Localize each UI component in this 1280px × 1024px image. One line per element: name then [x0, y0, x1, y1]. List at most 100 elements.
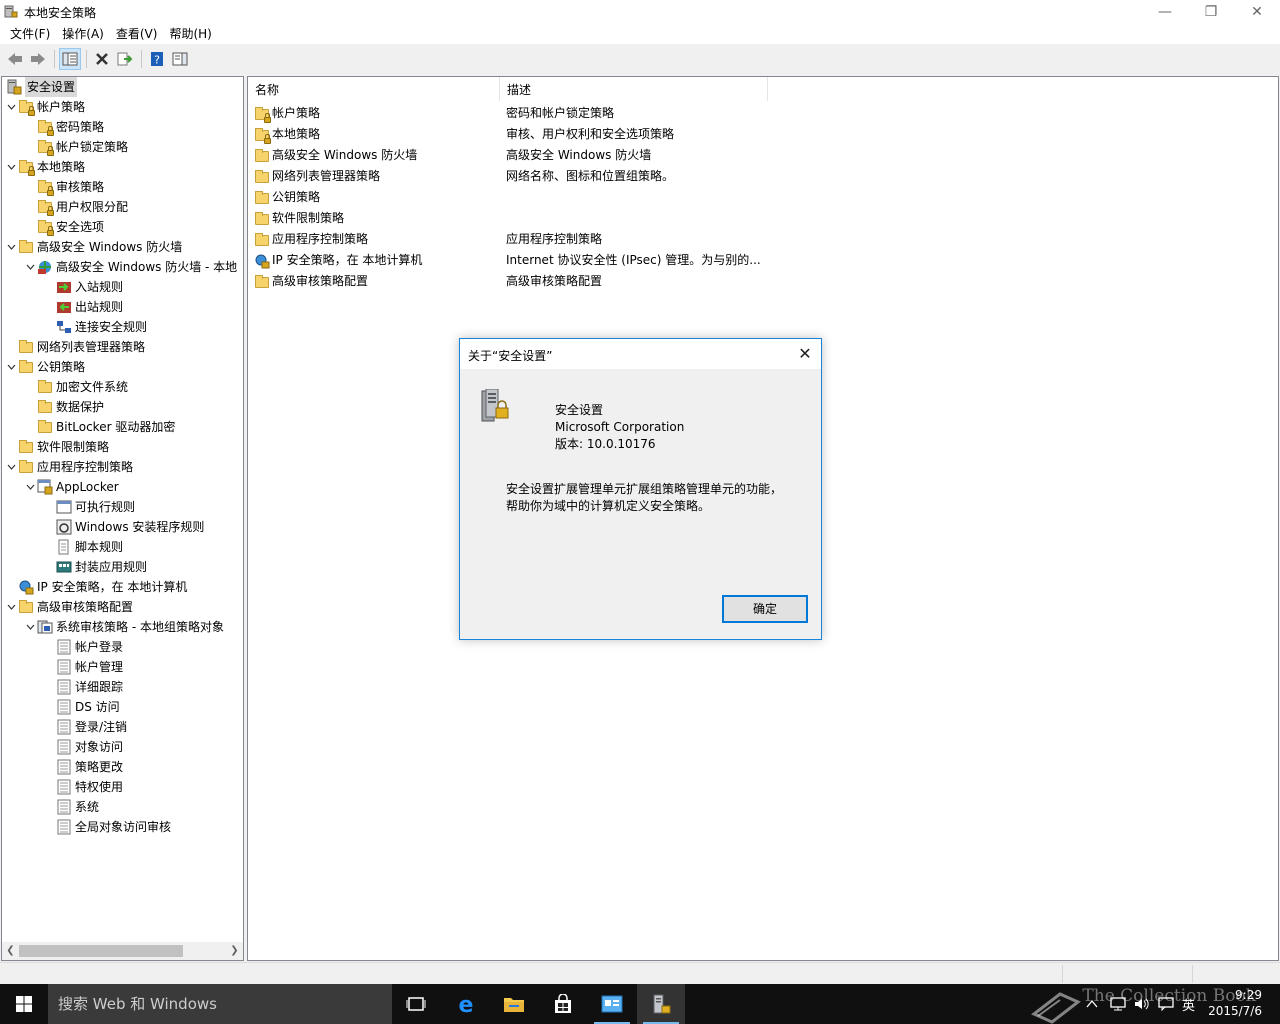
dialog-close-button[interactable]: ✕	[789, 339, 821, 369]
list-item[interactable]: 网络列表管理器策略 网络名称、图标和位置组策略。	[254, 166, 674, 187]
expand-chevron-icon[interactable]	[23, 257, 37, 277]
tree-item[interactable]: 对象访问	[42, 737, 123, 757]
tree-item[interactable]: 网络列表管理器策略	[4, 337, 145, 357]
list-item[interactable]: 帐户策略 密码和帐户锁定策略	[254, 103, 614, 124]
menu-file[interactable]: 文件(F)	[4, 24, 56, 44]
menu-help[interactable]: 帮助(H)	[163, 24, 217, 44]
control-panel-taskbar-button[interactable]	[588, 984, 636, 1024]
tree-item[interactable]: 数据保护	[23, 397, 104, 417]
list-item[interactable]: 高级审核策略配置 高级审核策略配置	[254, 271, 602, 292]
scroll-left-icon[interactable]: ❮	[2, 942, 19, 960]
tree-item[interactable]: 帐户策略	[4, 97, 85, 117]
tree-item[interactable]: 帐户管理	[42, 657, 123, 677]
expand-chevron-icon[interactable]	[4, 357, 18, 377]
expand-chevron-icon[interactable]	[23, 477, 37, 497]
volume-tray-button[interactable]	[1134, 984, 1150, 1024]
expand-chevron-icon[interactable]	[4, 97, 18, 117]
tree-item[interactable]: 帐户登录	[42, 637, 123, 657]
tree-item[interactable]: 特权使用	[42, 777, 123, 797]
tree-item[interactable]: 连接安全规则	[42, 317, 147, 337]
list-item[interactable]: 应用程序控制策略 应用程序控制策略	[254, 229, 602, 250]
help-button[interactable]: ?	[146, 48, 168, 70]
tree-horizontal-scrollbar[interactable]: ❮ ❯	[2, 942, 243, 960]
tree-item[interactable]: 全局对象访问审核	[42, 817, 171, 837]
tree-item[interactable]: Windows 安装程序规则	[42, 517, 204, 537]
tree-item[interactable]: 高级安全 Windows 防火墙	[4, 237, 182, 257]
list-item[interactable]: IP 安全策略，在 本地计算机 Internet 协议安全性 (IPsec) 管理…	[254, 250, 761, 271]
local-security-policy-taskbar-button[interactable]	[637, 984, 685, 1024]
tree-item[interactable]: 策略更改	[42, 757, 123, 777]
tree-item[interactable]: 密码策略	[23, 117, 104, 137]
tree-item[interactable]: IP 安全策略，在 本地计算机	[4, 577, 187, 597]
column-header-name[interactable]: 名称	[248, 77, 500, 101]
forward-button[interactable]	[27, 48, 49, 70]
input-language-indicator[interactable]: 英	[1182, 984, 1195, 1024]
menu-action[interactable]: 操作(A)	[56, 24, 110, 44]
tree-item[interactable]: 安全选项	[23, 217, 104, 237]
scroll-thumb[interactable]	[19, 945, 183, 957]
title-bar[interactable]: 本地安全策略 — ❐ ✕	[0, 0, 1280, 24]
close-button[interactable]: ✕	[1234, 0, 1280, 24]
file-explorer-button[interactable]	[490, 984, 538, 1024]
task-view-button[interactable]	[392, 984, 440, 1024]
tree-item[interactable]: 登录/注销	[42, 717, 127, 737]
tree-item[interactable]: 封装应用规则	[42, 557, 147, 577]
expand-chevron-icon[interactable]	[4, 157, 18, 177]
tree-item[interactable]: 用户权限分配	[23, 197, 128, 217]
tree-item[interactable]: AppLocker	[23, 477, 119, 497]
tree-item[interactable]: 系统审核策略 - 本地组策略对象	[23, 617, 224, 637]
tree-item[interactable]: 加密文件系统	[23, 377, 128, 397]
tree-item[interactable]: 入站规则	[42, 277, 123, 297]
tree-item[interactable]: 出站规则	[42, 297, 123, 317]
tree-item[interactable]: 应用程序控制策略	[4, 457, 133, 477]
tree-item[interactable]: 本地策略	[4, 157, 85, 177]
list-item[interactable]: 高级安全 Windows 防火墙 高级安全 Windows 防火墙	[254, 145, 651, 166]
maximize-button[interactable]: ❐	[1188, 0, 1234, 24]
expand-chevron-icon[interactable]	[4, 237, 18, 257]
tree-item[interactable]: 高级安全 Windows 防火墙 - 本地	[23, 257, 237, 277]
tree-item[interactable]: 公钥策略	[4, 357, 85, 377]
expand-chevron-icon[interactable]	[4, 597, 18, 617]
show-hidden-icons-button[interactable]	[1086, 984, 1098, 1024]
delete-button[interactable]	[91, 48, 113, 70]
tree-item[interactable]: 高级审核策略配置	[4, 597, 133, 617]
list-item[interactable]: 软件限制策略	[254, 208, 344, 229]
tree-item[interactable]: BitLocker 驱动器加密	[23, 417, 175, 437]
column-header-description[interactable]: 描述	[500, 77, 768, 101]
list-item-description: 高级安全 Windows 防火墙	[506, 148, 652, 162]
start-button[interactable]	[0, 984, 48, 1024]
tree-item[interactable]: 安全设置	[4, 77, 78, 97]
dialog-title-bar[interactable]: 关于“安全设置” ✕	[460, 339, 821, 369]
tree-item[interactable]: DS 访问	[42, 697, 120, 717]
expand-chevron-icon[interactable]	[23, 617, 37, 637]
console-tree[interactable]: 安全设置 帐户策略 密码策略 帐户锁定策略 本地策略 审核策略 用户权限分配 安全选项 高级安全…	[1, 76, 244, 961]
tree-item[interactable]: 脚本规则	[42, 537, 123, 557]
search-box[interactable]: 搜索 Web 和 Windows	[48, 984, 392, 1024]
show-hide-tree-button[interactable]	[59, 48, 81, 70]
minimize-button[interactable]: —	[1142, 0, 1188, 24]
expand-chevron-icon[interactable]	[4, 457, 18, 477]
export-list-button[interactable]	[114, 48, 136, 70]
tree-item[interactable]: 可执行规则	[42, 497, 135, 517]
tree-item[interactable]: 详细跟踪	[42, 677, 123, 697]
tree-item-label: 数据保护	[56, 400, 105, 414]
tree-item[interactable]: 软件限制策略	[4, 437, 109, 457]
show-action-pane-button[interactable]	[169, 48, 191, 70]
action-center-tray-button[interactable]	[1158, 984, 1174, 1024]
list-item[interactable]: 公钥策略	[254, 187, 320, 208]
edge-button[interactable]: e	[442, 984, 490, 1024]
tree-item[interactable]: 帐户锁定策略	[23, 137, 128, 157]
network-tray-button[interactable]	[1110, 984, 1126, 1024]
tree-item[interactable]: 审核策略	[23, 177, 104, 197]
store-button[interactable]	[539, 984, 587, 1024]
list-item[interactable]: 本地策略 审核、用户权利和安全选项策略	[254, 124, 674, 145]
back-button[interactable]	[4, 48, 26, 70]
menu-view[interactable]: 查看(V)	[110, 24, 164, 44]
scroll-right-icon[interactable]: ❯	[226, 942, 243, 960]
ok-button[interactable]: 确定	[722, 595, 808, 623]
tree-item[interactable]: 系统	[42, 797, 99, 817]
clock[interactable]: 9:29 2015/7/6	[1208, 987, 1262, 1019]
